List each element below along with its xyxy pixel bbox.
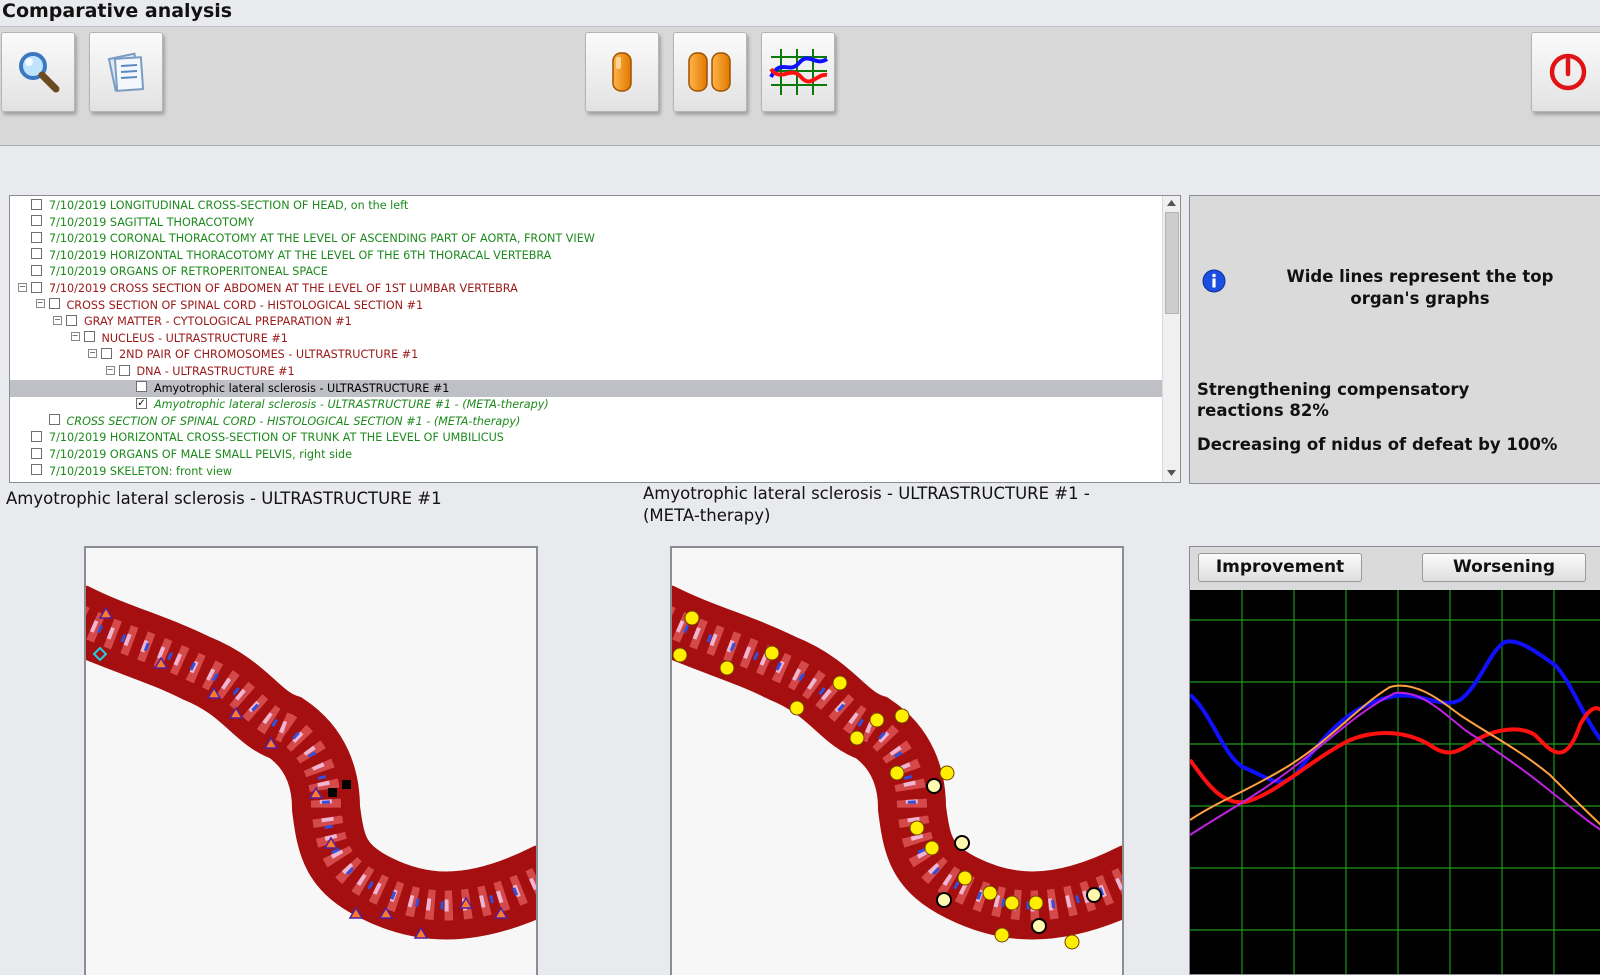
tree-row-checkbox[interactable] <box>31 281 42 293</box>
single-capsule-icon <box>612 52 632 92</box>
tree-row[interactable]: 7/10/2019 CORONAL THORACOTOMY AT THE LEV… <box>10 230 595 247</box>
tree-row[interactable]: − NUCLEUS - ULTRASTRUCTURE #1 <box>10 330 288 347</box>
tree-row-label: DNA - ULTRASTRUCTURE #1 <box>136 365 295 378</box>
tree-row-label: NUCLEUS - ULTRASTRUCTURE #1 <box>101 331 288 345</box>
tree-row[interactable]: 7/10/2019 LONGITUDINAL CROSS-SECTION OF … <box>10 197 408 214</box>
comparison-chart-panel: Improvement Worsening <box>1189 546 1600 975</box>
tree-collapse-toggle[interactable]: − <box>88 348 97 358</box>
tree-row-checkbox[interactable] <box>31 231 42 243</box>
improvement-button[interactable]: Improvement <box>1198 553 1362 582</box>
tree-row[interactable]: CROSS SECTION OF SPINAL CORD - HISTOLOGI… <box>10 413 520 430</box>
tree-row-checkbox[interactable] <box>118 364 130 376</box>
tree-row-checkbox[interactable] <box>31 248 42 260</box>
info-panel: Wide lines represent the top organ's gra… <box>1189 195 1600 484</box>
tree-row[interactable]: − DNA - ULTRASTRUCTURE #1 <box>10 363 295 380</box>
metric-nidus-decrease: Decreasing of nidus of defeat by 100% <box>1197 435 1558 454</box>
tree-collapse-toggle[interactable]: − <box>18 282 27 292</box>
tree-row-checkbox[interactable] <box>31 430 42 442</box>
tree-row[interactable]: 7/10/2019 ORGANS OF RETROPERITONEAL SPAC… <box>10 263 328 280</box>
window-title: Comparative analysis <box>2 0 233 22</box>
tree-row[interactable]: ✓ Amyotrophic lateral sclerosis - ULTRAST… <box>10 396 549 413</box>
tree-row-label: 7/10/2019 ORGANS OF MALE SMALL PELVIS, r… <box>49 448 352 461</box>
tree-row-label: CROSS SECTION OF SPINAL CORD - HISTOLOGI… <box>66 298 424 312</box>
dna-molecule-image <box>86 585 536 940</box>
tree-row-checkbox[interactable] <box>48 414 60 426</box>
tree-row-checkbox[interactable] <box>66 314 77 326</box>
scroll-down-arrow-icon[interactable] <box>1167 470 1176 476</box>
tree-row-label: 2ND PAIR OF CHROMOSOMES - ULTRASTRUCTURE… <box>119 348 419 362</box>
graph-icon <box>769 49 829 95</box>
left-image-caption: Amyotrophic lateral sclerosis - ULTRASTR… <box>6 489 442 508</box>
tree-row-label: 7/10/2019 SKELETON: front view <box>49 464 232 478</box>
scrollbar-thumb[interactable] <box>1165 212 1179 314</box>
tree-collapse-toggle[interactable]: − <box>70 332 80 342</box>
tree-row-checkbox[interactable] <box>101 347 112 359</box>
graph-view-button[interactable] <box>761 32 835 112</box>
single-view-button[interactable] <box>585 32 659 112</box>
tree-row[interactable]: − CROSS SECTION OF SPINAL CORD - HISTOLOG… <box>10 297 423 314</box>
info-icon <box>1202 269 1226 293</box>
clipboard-button[interactable] <box>89 32 163 112</box>
tree-row-checkbox[interactable] <box>31 447 42 459</box>
tree-row[interactable]: − 2ND PAIR OF CHROMOSOMES - ULTRASTRUCTUR… <box>10 346 418 363</box>
tree-row-label: 7/10/2019 HORIZONTAL THORACOTOMY AT THE … <box>49 248 552 262</box>
tree-row-checkbox[interactable]: ✓ <box>136 397 147 409</box>
tree-row-label: 7/10/2019 SAGITTAL THORACOTOMY <box>49 215 255 229</box>
title-bar: Comparative analysis <box>0 0 1600 27</box>
worsening-button[interactable]: Worsening <box>1422 553 1586 582</box>
left-dna-image <box>84 546 538 975</box>
tree-row[interactable]: − GRAY MATTER - CYTOLOGICAL PREPARATION #… <box>10 313 352 330</box>
tree-row[interactable]: Amyotrophic lateral sclerosis - ULTRASTR… <box>10 379 1180 397</box>
tree-row-label: Amyotrophic lateral sclerosis - ULTRASTR… <box>154 398 549 412</box>
organ-tree-list[interactable]: 7/10/2019 LONGITUDINAL CROSS-SECTION OF … <box>9 195 1181 483</box>
right-dna-image <box>670 546 1124 975</box>
power-icon <box>1549 53 1587 91</box>
tree-row-label: GRAY MATTER - CYTOLOGICAL PREPARATION #1 <box>84 315 352 329</box>
tree-row-label: 7/10/2019 CORONAL THORACOTOMY AT THE LEV… <box>49 232 595 246</box>
tree-row-label: 7/10/2019 HORIZONTAL CROSS-SECTION OF TR… <box>49 431 504 445</box>
scroll-up-arrow-icon[interactable] <box>1167 200 1176 206</box>
double-capsule-icon <box>688 52 731 92</box>
tree-row[interactable]: 7/10/2019 SAGITTAL THORACOTOMY <box>10 214 254 231</box>
tree-row-label: 7/10/2019 ORGANS OF RETROPERITONEAL SPAC… <box>49 265 328 279</box>
tree-row-label: CROSS SECTION OF SPINAL CORD - HISTOLOGI… <box>66 414 521 428</box>
right-image-caption: Amyotrophic lateral sclerosis - ULTRASTR… <box>643 484 1090 525</box>
info-note: Wide lines represent the top organ's gra… <box>1286 267 1554 308</box>
tree-row-checkbox[interactable] <box>31 215 42 227</box>
tree-row[interactable]: − 7/10/2019 CROSS SECTION OF ABDOMEN AT T… <box>10 280 518 297</box>
tree-row[interactable]: 7/10/2019 HORIZONTAL CROSS-SECTION OF TR… <box>10 429 504 446</box>
tree-row[interactable]: 7/10/2019 ORGANS OF MALE SMALL PELVIS, r… <box>10 446 352 463</box>
tree-row[interactable]: 7/10/2019 SKELETON: front view <box>10 463 232 480</box>
tree-row-label: Amyotrophic lateral sclerosis - ULTRASTR… <box>154 381 450 395</box>
tree-row-label: 7/10/2019 CROSS SECTION OF ABDOMEN AT TH… <box>49 282 518 295</box>
toolbar <box>0 27 1600 146</box>
tree-row-checkbox[interactable] <box>31 198 42 210</box>
power-button[interactable] <box>1531 32 1600 112</box>
tree-row-checkbox[interactable] <box>136 381 147 393</box>
tree-collapse-toggle[interactable]: − <box>53 315 62 325</box>
tree-row-checkbox[interactable] <box>48 298 60 310</box>
metric-compensatory-reactions: Strengthening compensatory reactions 82% <box>1197 380 1470 420</box>
tree-collapse-toggle[interactable]: − <box>105 365 115 375</box>
tree-row-checkbox[interactable] <box>31 464 42 476</box>
magnifier-icon <box>19 52 60 93</box>
tree-scrollbar[interactable] <box>1162 196 1180 482</box>
dual-view-button[interactable] <box>673 32 747 112</box>
tree-row-label: 7/10/2019 LONGITUDINAL CROSS-SECTION OF … <box>49 199 409 212</box>
dna-molecule-therapy-image <box>672 585 1122 950</box>
tree-row-checkbox[interactable] <box>31 264 42 276</box>
tree-row-checkbox[interactable] <box>83 331 95 343</box>
tree-row[interactable]: 7/10/2019 HORIZONTAL THORACOTOMY AT THE … <box>10 247 551 264</box>
clipboard-icon <box>107 52 145 92</box>
organ-graph-canvas <box>1190 590 1600 974</box>
tree-collapse-toggle[interactable]: − <box>35 299 45 309</box>
search-button[interactable] <box>1 32 75 112</box>
